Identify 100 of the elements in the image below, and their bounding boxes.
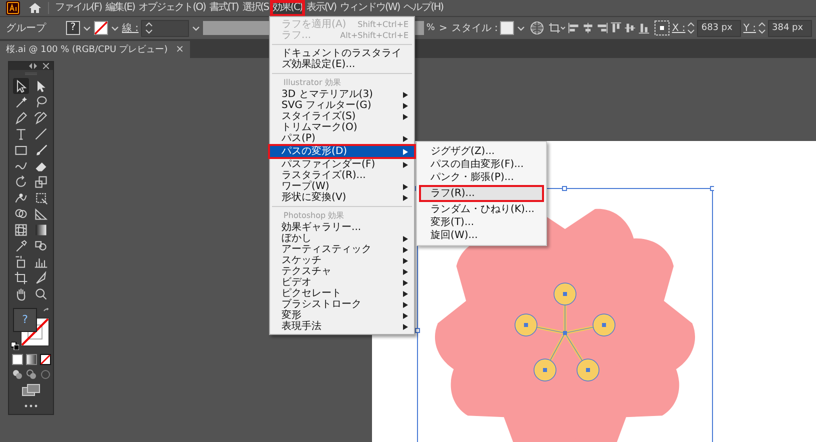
menu-section-header: Illustrator 効果: [282, 77, 342, 89]
menu-item-label: パスファインダー(F): [282, 159, 376, 170]
document-tab-title: 桜.ai @ 100 % (RGB/CPU プレビュー): [6, 43, 168, 56]
more-options-icon[interactable]: [24, 404, 38, 408]
gradient-icon[interactable]: [33, 222, 49, 238]
scale-icon[interactable]: [33, 174, 49, 190]
menu-item-label: パスの変形(D): [282, 146, 348, 157]
globe-icon[interactable]: [530, 21, 544, 35]
close-button[interactable]: ×: [176, 44, 184, 55]
menu-item[interactable]: ファイル(F): [53, 1, 104, 15]
menu-item-label: ビデオ: [282, 277, 313, 288]
menu-item[interactable]: オブジェクト(O): [136, 1, 208, 15]
menu-item[interactable]: 変形: [270, 310, 414, 321]
style-label: スタイル :: [451, 22, 498, 35]
menu-item-label: 変形: [282, 310, 302, 321]
menu-item[interactable]: 3D とマテリアル(3): [270, 89, 414, 100]
menu-item[interactable]: パス(P): [270, 133, 414, 144]
menu-item[interactable]: 変形(T)...: [420, 216, 542, 229]
menu-item[interactable]: ラスタライズ(R)...: [270, 170, 414, 181]
screen-mode-icon[interactable]: [22, 384, 40, 396]
zoom-icon[interactable]: [33, 286, 49, 302]
opacity-arrow-button[interactable]: >: [436, 22, 450, 34]
y-field[interactable]: 384 px: [768, 20, 812, 36]
menu-item-label: ラフ...: [282, 30, 312, 41]
menu-item[interactable]: 編集(E): [104, 1, 137, 15]
align-left-icon[interactable]: [568, 22, 580, 34]
menu-item-label: トリムマーク(O): [282, 122, 358, 133]
menu-item[interactable]: スタイライズ(S): [270, 111, 414, 122]
none-mode-icon[interactable]: [40, 354, 50, 365]
draw-inside-icon[interactable]: [40, 369, 50, 380]
selection-tool-icon[interactable]: [13, 78, 29, 94]
crop-icon[interactable]: [548, 22, 566, 34]
menu-item[interactable]: ビデオ: [270, 277, 414, 288]
align-bottom-icon[interactable]: [638, 22, 650, 34]
stroke-weight-field[interactable]: [140, 20, 189, 36]
menu-item[interactable]: パスの自由変形(F)...: [420, 158, 542, 171]
menu-item-label: ドキュメントのラスタライズ効果設定(E)...: [282, 48, 403, 70]
menu-item[interactable]: 表現手法: [270, 321, 414, 332]
menu-item-label: ピクセレート: [282, 288, 343, 299]
menu-item-label: ラフを適用(A): [282, 19, 348, 30]
menu-item[interactable]: ピクセレート: [270, 288, 414, 299]
menu-item-label: 3D とマテリアル(3): [282, 89, 374, 100]
color-mode-icon[interactable]: [12, 354, 22, 365]
draw-normal-icon[interactable]: [12, 369, 22, 380]
mesh-icon[interactable]: [13, 222, 29, 238]
menu-item[interactable]: トリムマーク(O): [270, 122, 414, 133]
draw-behind-icon[interactable]: [26, 369, 36, 380]
menu-item[interactable]: SVG フィルター(G): [270, 100, 414, 111]
curvature-pen-icon[interactable]: [33, 110, 49, 126]
document-tab[interactable]: 桜.ai @ 100 % (RGB/CPU プレビュー) ×: [0, 41, 190, 58]
perspective-grid-icon[interactable]: [33, 206, 49, 222]
menu-item[interactable]: スケッチ: [270, 255, 414, 266]
menu-item[interactable]: ラフ(R)...: [420, 187, 542, 200]
menu-item[interactable]: 表示(V): [304, 1, 338, 15]
stroke-swatch-icon[interactable]: [94, 21, 108, 35]
align-top-icon[interactable]: [610, 22, 622, 34]
menu-item[interactable]: ランダム・ひねり(K)...: [420, 203, 542, 216]
y-label: Y :: [743, 22, 756, 34]
rotate-icon[interactable]: [13, 174, 29, 190]
menu-item[interactable]: 選択(S: [240, 1, 271, 15]
close-icon[interactable]: [43, 63, 49, 69]
menu-item[interactable]: 書式(T): [207, 1, 240, 15]
align-right-icon[interactable]: [596, 22, 608, 34]
spinner-icon[interactable]: [144, 22, 153, 34]
style-swatch[interactable]: [500, 21, 514, 35]
collapse-panel-icon[interactable]: [29, 63, 37, 69]
menu-item[interactable]: アーティスティック: [270, 244, 414, 255]
menu-item[interactable]: 形状に変換(V): [270, 192, 414, 203]
align-middle-icon[interactable]: [624, 22, 636, 34]
reference-point-icon[interactable]: [654, 20, 670, 36]
menu-item[interactable]: パスファインダー(F): [270, 159, 414, 170]
stroke-label: 線 :: [122, 22, 139, 35]
line-tool-icon[interactable]: [33, 126, 49, 142]
menu-item[interactable]: ぼかし: [270, 233, 414, 244]
spinner-icon[interactable]: [687, 22, 696, 34]
menu-item[interactable]: ブラシストローク: [270, 299, 414, 310]
menu-item[interactable]: ヘルプ(H): [402, 1, 446, 15]
menu-item[interactable]: ウィンドウ(W): [338, 1, 402, 15]
x-field[interactable]: 683 px: [697, 20, 742, 36]
align-center-icon[interactable]: [582, 22, 594, 34]
spinner-icon[interactable]: [758, 22, 766, 34]
pen-icon[interactable]: [13, 110, 29, 126]
default-colors-icon[interactable]: [11, 342, 19, 350]
fill-swatch[interactable]: ?: [13, 308, 37, 332]
menu-item[interactable]: 効果ギャラリー...: [270, 222, 414, 233]
menu-item[interactable]: ドキュメントのラスタライズ効果設定(E)...: [270, 48, 414, 70]
gradient-mode-icon[interactable]: [26, 354, 36, 365]
menu-item[interactable]: パスの変形(D): [270, 146, 414, 157]
menu-item[interactable]: テクスチャ: [270, 266, 414, 277]
app-logo-icon: [6, 1, 20, 15]
home-icon[interactable]: [28, 2, 42, 14]
menu-item[interactable]: 旋回(W)...: [420, 229, 542, 242]
free-transform-icon[interactable]: [33, 190, 49, 206]
menu-item[interactable]: ジグザグ(Z)...: [420, 145, 542, 158]
menu-item-label: スケッチ: [282, 255, 323, 266]
menu-item[interactable]: ワープ(W): [270, 181, 414, 192]
shortcut-label: Shift+Ctrl+E: [358, 20, 409, 29]
fill-swatch[interactable]: ?: [66, 21, 80, 35]
menu-item[interactable]: パンク・膨張(P)...: [420, 171, 542, 184]
artboard-icon[interactable]: [13, 270, 29, 286]
